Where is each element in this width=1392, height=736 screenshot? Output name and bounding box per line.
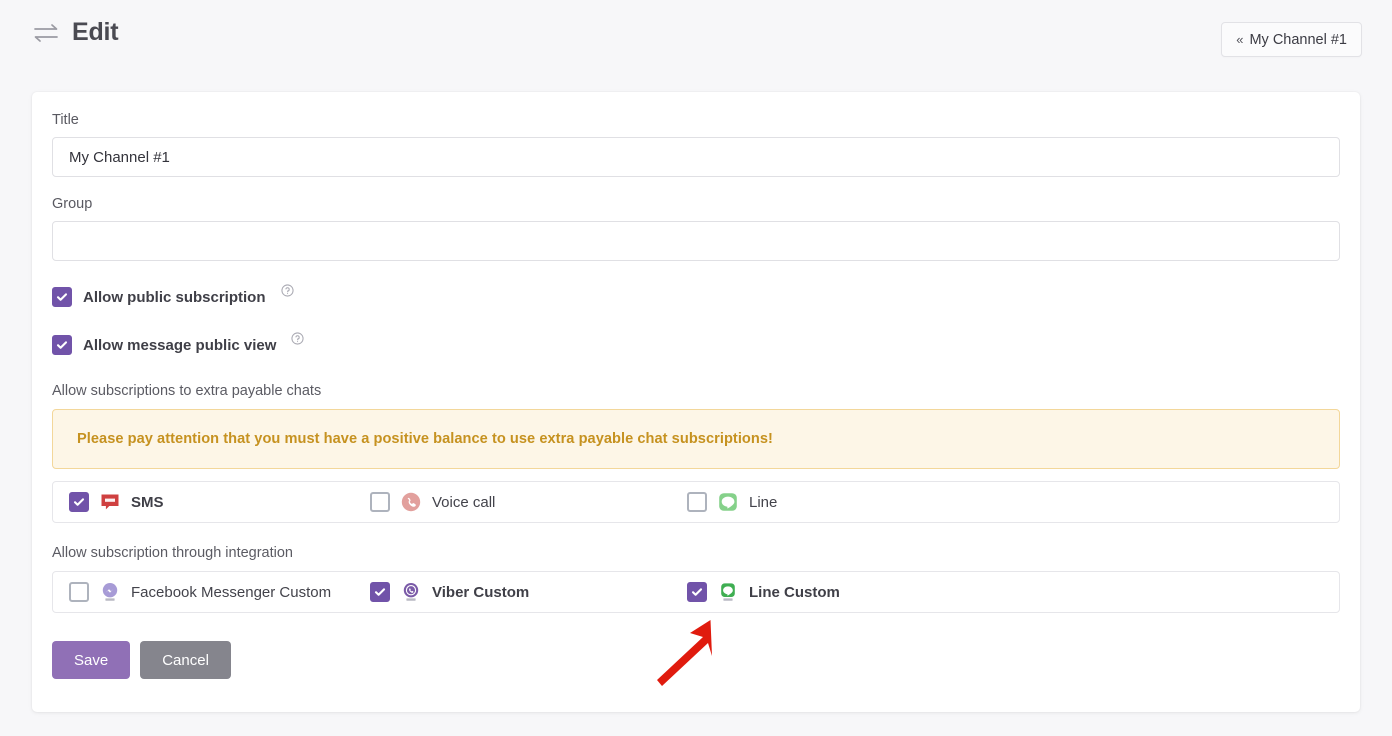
group-field-block: Group [52,196,1340,261]
viber-custom-icon [400,581,422,603]
header-title-group: Edit [32,18,119,47]
allow-public-subscription-row[interactable]: Allow public subscription [52,284,1340,309]
payable-chats-options-row: SMS Voice call Line [52,481,1340,523]
integration-section: Allow subscription through integration F… [52,545,1340,613]
option-sms[interactable]: SMS [53,491,370,513]
allow-public-subscription-checkbox[interactable] [52,287,72,307]
allow-public-subscription-label: Allow public subscription [83,288,266,306]
group-input[interactable] [52,221,1340,261]
integration-label: Allow subscription through integration [52,545,293,561]
cancel-button[interactable]: Cancel [140,641,231,679]
voice-call-icon [400,491,422,513]
payable-chats-label: Allow subscriptions to extra payable cha… [52,383,322,399]
edit-form-card: Title Group Allow public subscription [32,92,1360,712]
allow-message-public-view-row[interactable]: Allow message public view [52,332,1340,357]
line-custom-icon [717,581,739,603]
help-icon[interactable] [287,332,304,354]
page-title: Edit [72,18,119,46]
facebook-messenger-custom-checkbox[interactable] [69,582,89,602]
title-input[interactable] [52,137,1340,177]
back-to-channel-label: My Channel #1 [1249,31,1347,48]
form-actions: Save Cancel [52,641,1340,701]
line-label: Line [749,493,778,511]
page-header: Edit « My Channel #1 [0,0,1392,78]
voice-call-checkbox[interactable] [370,492,390,512]
payable-chats-section: Allow subscriptions to extra payable cha… [52,383,1340,523]
allow-message-public-view-label: Allow message public view [83,336,277,354]
title-field-block: Title [52,112,1340,177]
option-line-custom[interactable]: Line Custom [687,581,1004,603]
facebook-messenger-custom-icon [99,581,121,603]
option-line[interactable]: Line [687,491,1004,513]
edit-channel-page: Edit « My Channel #1 Title Group [0,0,1392,736]
back-to-channel-button[interactable]: « My Channel #1 [1221,22,1362,57]
title-label: Title [52,112,79,128]
save-button[interactable]: Save [52,641,131,679]
sms-checkbox[interactable] [69,492,89,512]
viber-custom-label: Viber Custom [432,583,530,601]
line-custom-checkbox[interactable] [687,582,707,602]
option-viber-custom[interactable]: Viber Custom [370,581,687,603]
swap-arrows-icon [32,21,60,45]
help-icon[interactable] [277,284,294,306]
voice-call-label: Voice call [432,493,496,511]
facebook-messenger-custom-label: Facebook Messenger Custom [131,583,332,601]
option-facebook-messenger-custom[interactable]: Facebook Messenger Custom [53,581,370,603]
balance-warning-text: Please pay attention that you must have … [77,431,773,447]
sms-label: SMS [131,493,164,511]
sms-icon [99,491,121,513]
balance-warning-banner: Please pay attention that you must have … [52,409,1340,469]
line-custom-label: Line Custom [749,583,840,601]
line-icon [717,491,739,513]
double-chevron-left-icon: « [1236,32,1244,47]
line-checkbox[interactable] [687,492,707,512]
allow-message-public-view-checkbox[interactable] [52,335,72,355]
group-label: Group [52,196,93,212]
option-voice-call[interactable]: Voice call [370,491,687,513]
integration-options-row: Facebook Messenger Custom Viber Custom L… [52,571,1340,613]
viber-custom-checkbox[interactable] [370,582,390,602]
